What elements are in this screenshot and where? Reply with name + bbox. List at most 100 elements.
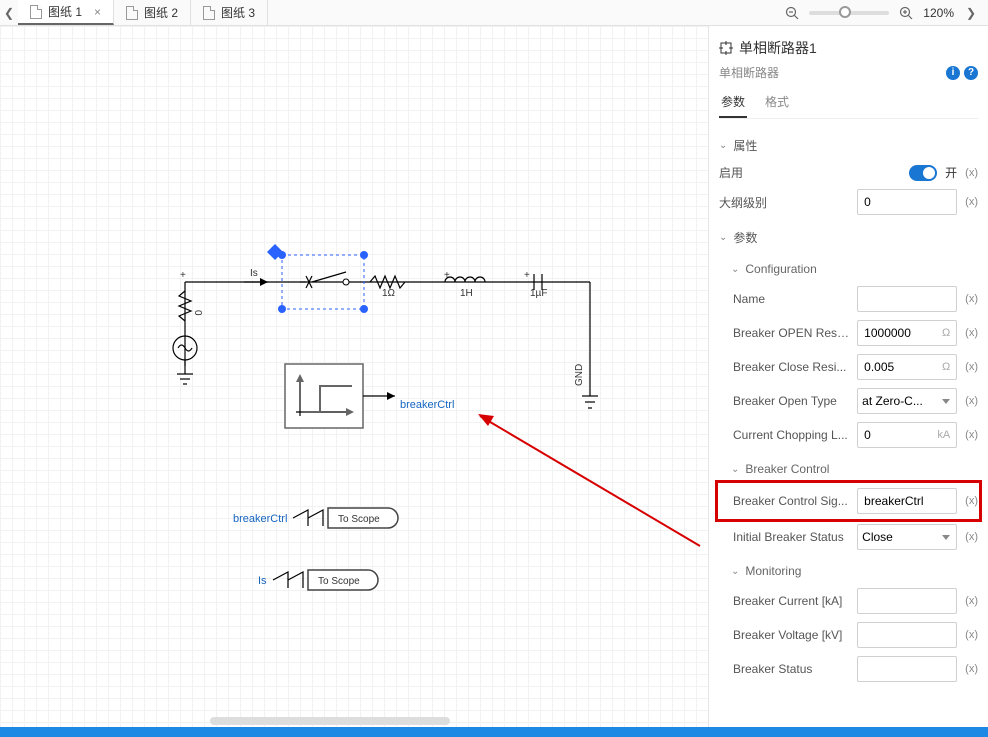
svg-text:breakerCtrl: breakerCtrl	[233, 513, 287, 525]
mon-voltage-field[interactable]	[857, 622, 957, 648]
init-status-select[interactable]: Close	[857, 524, 957, 550]
name-field[interactable]	[857, 286, 957, 312]
tab-label: 图纸 1	[48, 3, 82, 20]
outline-label: 大纲级别	[719, 194, 849, 211]
panel-title: 单相断路器1	[739, 38, 817, 58]
svg-text:1µF: 1µF	[530, 288, 547, 299]
expression-button[interactable]: (x)	[965, 663, 978, 675]
mon-current-label: Breaker Current [kA]	[733, 594, 849, 608]
expression-button[interactable]: (x)	[965, 293, 978, 305]
expression-button[interactable]: (x)	[965, 167, 978, 179]
svg-text:+: +	[180, 270, 186, 281]
expression-button[interactable]: (x)	[965, 196, 978, 208]
enable-label: 启用	[719, 164, 901, 181]
close-res-label: Breaker Close Resi...	[733, 360, 849, 374]
tab-format[interactable]: 格式	[763, 87, 791, 118]
expression-button[interactable]: (x)	[965, 361, 978, 373]
ground-symbol[interactable]: GND	[574, 364, 598, 408]
scope-output-2[interactable]: Is To Scope	[258, 570, 378, 590]
mon-status-field[interactable]	[857, 656, 957, 682]
zoom-percent: 120%	[923, 6, 954, 20]
sheet-tab-3[interactable]: 图纸 3	[191, 0, 268, 25]
section-attributes[interactable]: ⌄属性	[719, 127, 978, 160]
inductor-component[interactable]: 1H +	[444, 270, 485, 299]
chevron-down-icon: ⌄	[731, 464, 739, 475]
ctrl-sig-field[interactable]	[857, 488, 957, 514]
step-signal-block[interactable]: breakerCtrl	[285, 364, 454, 428]
help-icon[interactable]: ?	[964, 66, 978, 80]
chop-label: Current Chopping L...	[733, 428, 849, 442]
tab-nav-next[interactable]: ❯	[962, 6, 980, 20]
sheet-tab-1[interactable]: 图纸 1 ×	[18, 0, 114, 25]
svg-text:To Scope: To Scope	[338, 514, 380, 525]
mon-status-label: Breaker Status	[733, 662, 849, 676]
close-res-field[interactable]: Ω	[857, 354, 957, 380]
tab-parameters[interactable]: 参数	[719, 87, 747, 118]
close-icon[interactable]: ×	[94, 5, 101, 19]
svg-text:To Scope: To Scope	[318, 576, 360, 587]
init-status-label: Initial Breaker Status	[733, 530, 849, 544]
mon-current-field[interactable]	[857, 588, 957, 614]
svg-text:1Ω: 1Ω	[382, 288, 396, 299]
tab-label: 图纸 3	[221, 4, 255, 21]
target-icon	[719, 41, 733, 55]
breaker-component[interactable]	[267, 244, 368, 313]
enable-toggle[interactable]	[909, 165, 937, 181]
panel-subtype: 单相断路器	[719, 64, 779, 81]
section-parameters[interactable]: ⌄参数	[719, 219, 978, 252]
zoom-slider[interactable]	[809, 11, 889, 15]
sheet-tab-2[interactable]: 图纸 2	[114, 0, 191, 25]
document-icon	[30, 5, 42, 19]
info-icon[interactable]: i	[946, 66, 960, 80]
circuit-canvas[interactable]: Is 1Ω	[0, 26, 708, 737]
name-label: Name	[733, 292, 849, 306]
expression-button[interactable]: (x)	[965, 629, 978, 641]
capacitor-component[interactable]: 1µF +	[524, 270, 547, 299]
svg-text:GND: GND	[574, 364, 585, 386]
status-bar	[0, 727, 988, 737]
document-icon	[126, 6, 138, 20]
tab-bar: ❮ 图纸 1 × 图纸 2 图纸 3 120% ❯	[0, 0, 988, 26]
chevron-down-icon: ⌄	[731, 264, 739, 275]
svg-text:+: +	[524, 270, 530, 281]
zoom-in-icon[interactable]	[897, 4, 915, 22]
svg-text:+: +	[444, 270, 450, 281]
tab-label: 图纸 2	[144, 4, 178, 21]
tab-nav-prev[interactable]: ❮	[0, 6, 18, 20]
section-monitoring[interactable]: ⌄Monitoring	[719, 554, 978, 584]
chevron-down-icon: ⌄	[719, 140, 727, 151]
resistor-component[interactable]: 1Ω	[370, 276, 405, 299]
section-configuration[interactable]: ⌄Configuration	[719, 252, 978, 282]
svg-text:Is: Is	[250, 268, 258, 279]
outline-field[interactable]	[857, 189, 957, 215]
svg-text:Is: Is	[258, 575, 267, 587]
mon-voltage-label: Breaker Voltage [kV]	[733, 628, 849, 642]
ctrl-sig-label: Breaker Control Sig...	[733, 494, 849, 508]
open-type-select[interactable]: at Zero-C...	[857, 388, 957, 414]
document-icon	[203, 6, 215, 20]
zoom-out-icon[interactable]	[783, 4, 801, 22]
chevron-down-icon: ⌄	[719, 232, 727, 243]
svg-text:0: 0	[192, 310, 203, 316]
open-res-label: Breaker OPEN Resi...	[733, 326, 849, 340]
canvas-scrollbar-horizontal[interactable]	[210, 717, 450, 725]
expression-button[interactable]: (x)	[965, 429, 978, 441]
expression-button[interactable]: (x)	[965, 395, 978, 407]
current-probe[interactable]: Is	[244, 268, 268, 286]
expression-button[interactable]: (x)	[965, 595, 978, 607]
svg-text:1H: 1H	[460, 288, 473, 299]
zoom-slider-handle[interactable]	[839, 6, 851, 18]
svg-text:breakerCtrl: breakerCtrl	[400, 399, 454, 411]
open-res-field[interactable]: Ω	[857, 320, 957, 346]
chevron-down-icon: ⌄	[731, 566, 739, 577]
open-type-label: Breaker Open Type	[733, 394, 849, 408]
properties-panel: 单相断路器1 单相断路器 i ? 参数 格式 ⌄属性 启用 开 (x) 大纲级别…	[708, 26, 988, 737]
enable-state: 开	[945, 164, 957, 181]
expression-button[interactable]: (x)	[965, 327, 978, 339]
voltage-source[interactable]: + 0	[173, 270, 203, 384]
scope-output-1[interactable]: breakerCtrl To Scope	[233, 508, 398, 528]
expression-button[interactable]: (x)	[965, 531, 978, 543]
section-breaker-control[interactable]: ⌄Breaker Control	[719, 452, 978, 482]
chop-field[interactable]: kA	[857, 422, 957, 448]
expression-button[interactable]: (x)	[965, 495, 978, 507]
